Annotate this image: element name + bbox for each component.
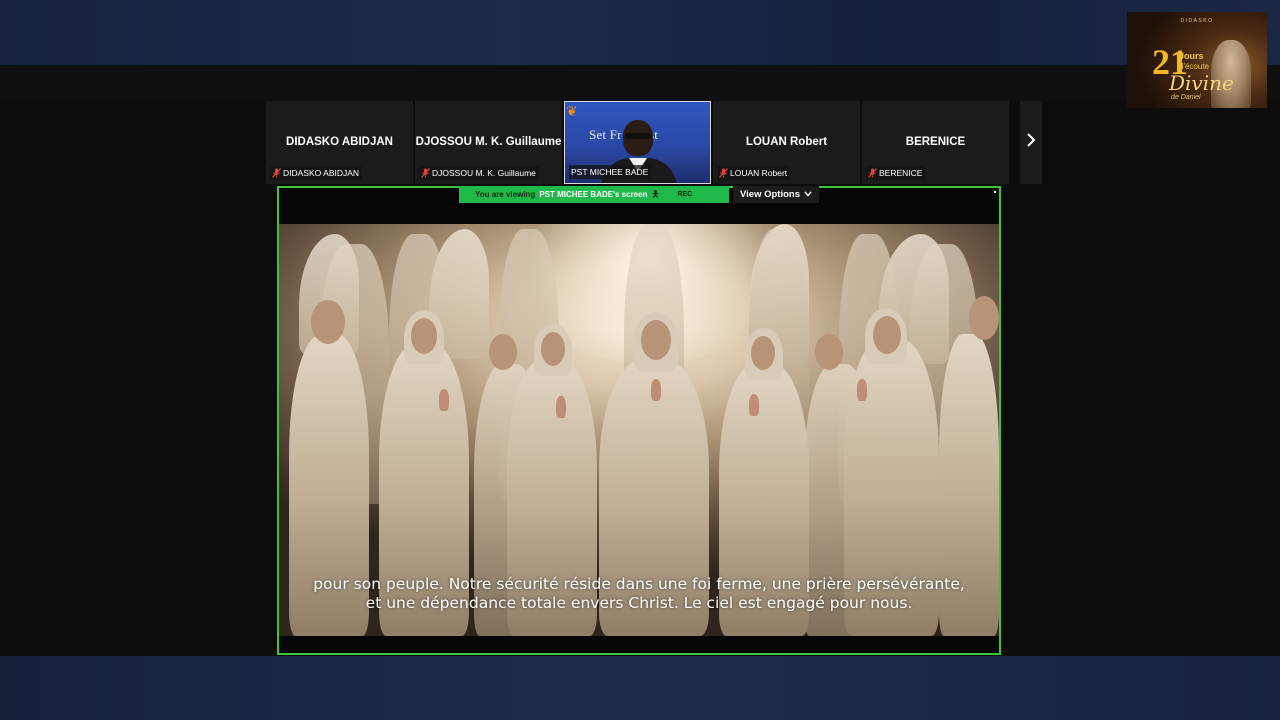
participant-label: LOUAN Robert	[717, 166, 791, 180]
figure-head	[969, 296, 999, 340]
presenter-glasses	[625, 133, 651, 139]
figure-head	[311, 300, 345, 344]
praying-hands	[749, 394, 759, 416]
figure-head	[873, 316, 901, 354]
praying-hands	[857, 379, 867, 401]
participant-tile[interactable]: DJOSSOU M. K. Guillaume DJOSSOU M. K. Gu…	[415, 101, 562, 184]
share-banner: You are viewing PST MICHEE BADE's screen…	[459, 186, 729, 203]
praying-hands	[651, 379, 661, 401]
figure-head	[411, 318, 437, 354]
mic-muted-icon	[421, 168, 430, 178]
participant-label-text: LOUAN Robert	[730, 168, 788, 178]
caption-line: et une dépendance totale envers Christ. …	[365, 594, 913, 612]
participant-video-tile[interactable]: Set Fr Christ ❦ PST MICHEE BADE	[564, 101, 711, 184]
figure-head	[641, 320, 671, 360]
participant-label-text: DJOSSOU M. K. Guillaume	[432, 168, 536, 178]
participant-label: PST MICHEE BADE	[569, 165, 652, 179]
figure-head	[489, 334, 517, 370]
meeting-top-bar	[0, 65, 1280, 101]
person-icon: 🯅	[651, 188, 660, 199]
didasko-logo: DIDASKO 21 Jours d'écoute Divine de Dani…	[1127, 12, 1267, 108]
participant-name: DJOSSOU M. K. Guillaume	[415, 135, 562, 148]
chevron-down-icon	[804, 189, 812, 200]
logo-ecoute: d'écoute	[1179, 62, 1209, 71]
caption-line: pour son peuple. Notre sécurité réside d…	[313, 575, 965, 593]
shared-image-bottom-bar	[279, 636, 999, 653]
figure-head	[815, 334, 843, 370]
mic-muted-icon	[719, 168, 728, 178]
figure-head	[751, 336, 775, 370]
rec-indicator: REC	[677, 191, 693, 198]
participant-name: DIDASKO ABIDJAN	[286, 135, 393, 148]
participant-name: BERENICE	[905, 135, 966, 148]
participant-name: LOUAN Robert	[745, 135, 828, 148]
share-banner-presenter: PST MICHEE BADE's screen	[539, 190, 648, 199]
participant-label-text: PST MICHEE BADE	[571, 167, 649, 177]
praying-hands	[439, 389, 449, 411]
subtitle-caption: pour son peuple. Notre sécurité réside d…	[279, 575, 999, 613]
participant-label: DIDASKO ABIDJAN	[270, 166, 363, 180]
chevron-right-icon	[1026, 133, 1036, 152]
mic-muted-icon	[868, 168, 877, 178]
next-page-button[interactable]	[1020, 101, 1042, 184]
participant-label: BERENICE	[866, 166, 926, 180]
mic-muted-icon	[272, 168, 281, 178]
frame-corner-dot	[994, 191, 996, 193]
logo-brand: DIDASKO	[1180, 18, 1214, 24]
logo-daniel: de Daniel	[1171, 94, 1201, 101]
participant-strip: DIDASKO ABIDJAN DIDASKO ABIDJAN DJOSSOU …	[266, 101, 1011, 184]
view-options-label: View Options	[739, 189, 800, 200]
participant-label-text: BERENICE	[879, 168, 923, 178]
background-bottom	[0, 656, 1280, 720]
share-banner-prefix: You are viewing	[475, 190, 536, 199]
participant-tile[interactable]: DIDASKO ABIDJAN DIDASKO ABIDJAN	[266, 101, 413, 184]
logo-jours: Jours	[1179, 51, 1204, 61]
background-top	[0, 0, 1280, 65]
butterfly-icon: ❦	[566, 103, 578, 119]
participant-tile[interactable]: BERENICE BERENICE	[862, 101, 1009, 184]
participant-label-text: DIDASKO ABIDJAN	[283, 168, 360, 178]
view-options-button[interactable]: View Options	[733, 186, 819, 203]
participant-tile[interactable]: LOUAN Robert LOUAN Robert	[713, 101, 860, 184]
figure-head	[541, 332, 565, 366]
praying-hands	[556, 396, 566, 418]
participant-label: DJOSSOU M. K. Guillaume	[419, 166, 539, 180]
logo-divine: Divine	[1169, 71, 1234, 95]
